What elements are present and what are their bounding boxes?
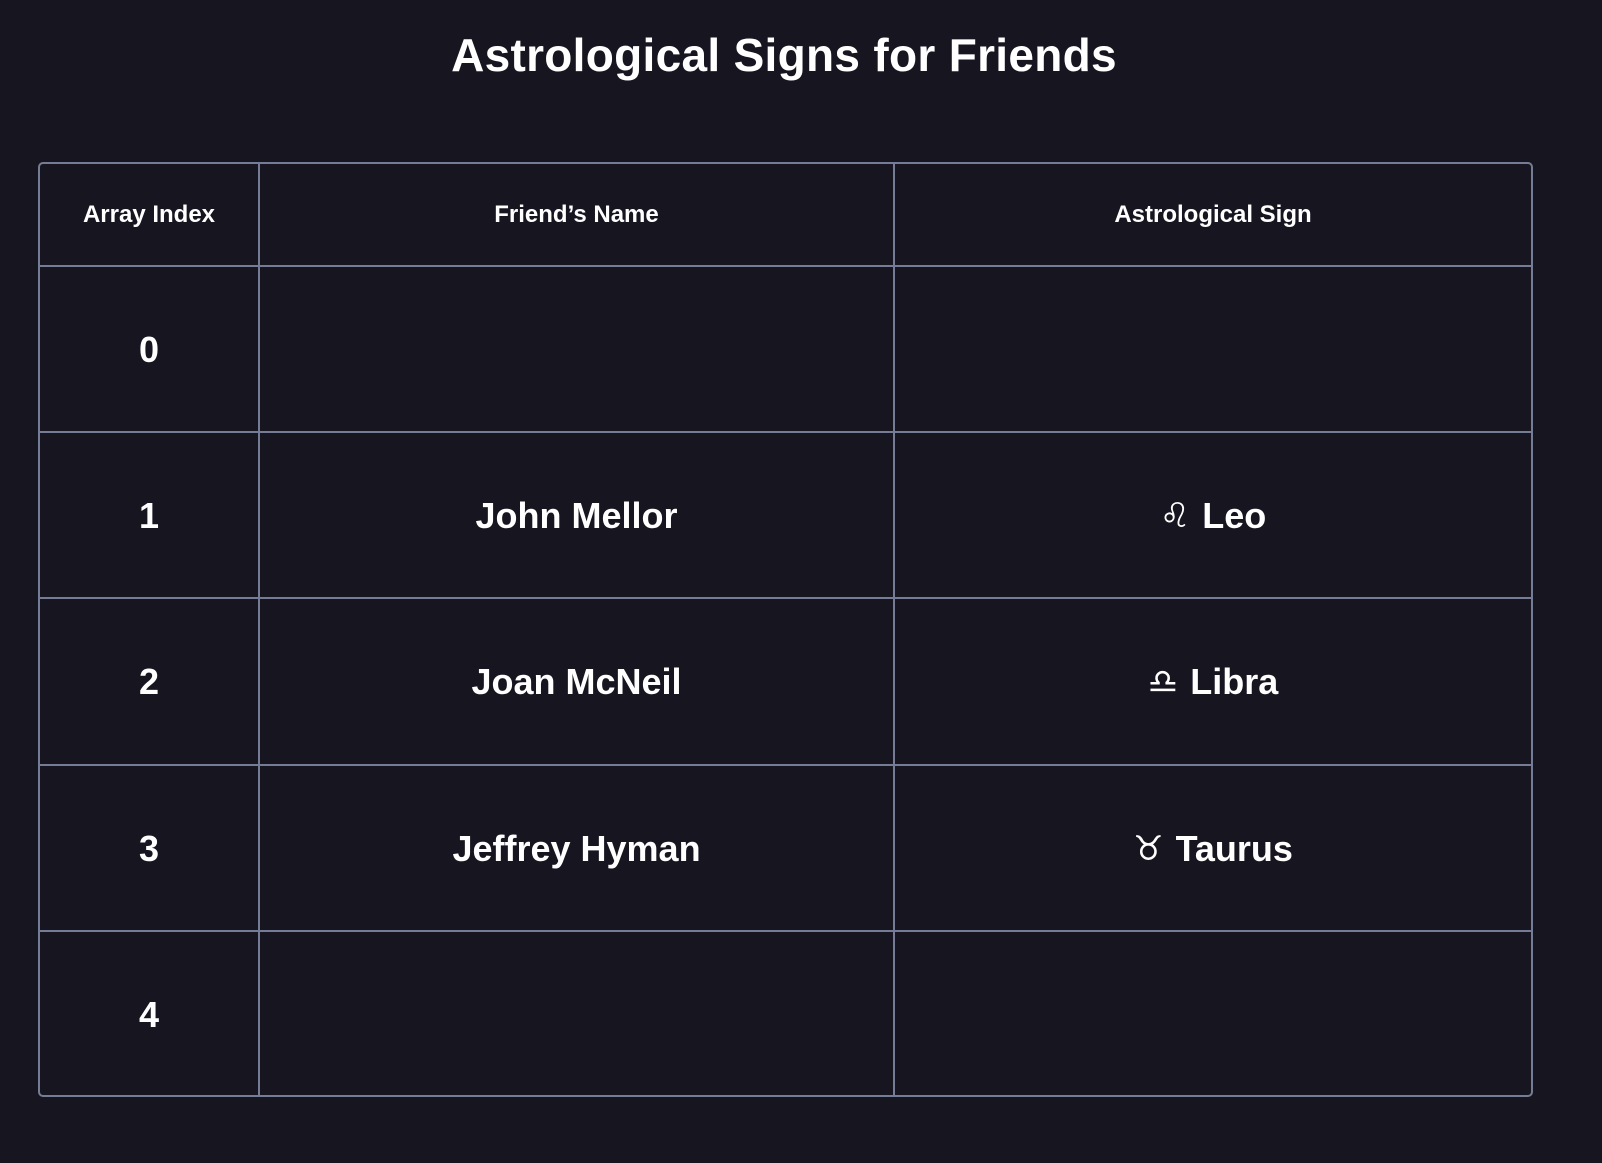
table-row: 3 Jeffrey Hyman ♉︎ Taurus (40, 764, 1531, 931)
sign-label: Libra (1190, 660, 1279, 702)
page-title: Astrological Signs for Friends (451, 29, 1117, 81)
array-index-cell: 2 (40, 599, 260, 764)
astrological-sign-cell (895, 267, 1531, 432)
table-row: 0 (40, 265, 1531, 432)
table-row: 2 Joan McNeil ♎︎ Libra (40, 597, 1531, 764)
leo-icon: ♌︎ (1159, 495, 1191, 536)
column-header-array-index: Array Index (40, 164, 260, 265)
taurus-icon: ♉︎ (1133, 828, 1164, 869)
libra-icon: ♎︎ (1147, 661, 1179, 702)
column-header-friends-name: Friend’s Name (260, 164, 895, 265)
array-index-cell: 3 (40, 766, 260, 931)
friend-name-cell: John Mellor (260, 433, 895, 598)
table-header-row: Array Index Friend’s Name Astrological S… (40, 164, 1531, 265)
friend-name-cell: Joan McNeil (260, 599, 895, 764)
array-index-cell: 4 (40, 932, 260, 1095)
friend-name-cell (260, 932, 895, 1095)
astrological-sign-cell: ♌︎ Leo (895, 433, 1531, 598)
array-index-cell: 0 (40, 267, 260, 432)
astrological-sign-cell: ♉︎ Taurus (895, 766, 1531, 931)
array-index-cell: 1 (40, 433, 260, 598)
table-row: 4 (40, 930, 1531, 1095)
table-row: 1 John Mellor ♌︎ Leo (40, 431, 1531, 598)
astrological-sign-cell: ♎︎ Libra (895, 599, 1531, 764)
friend-name-cell (260, 267, 895, 432)
sign-label: Leo (1202, 494, 1267, 536)
friend-name-cell: Jeffrey Hyman (260, 766, 895, 931)
astrological-sign-cell (895, 932, 1531, 1095)
friends-signs-table: Array Index Friend’s Name Astrological S… (38, 162, 1533, 1097)
sign-label: Taurus (1175, 827, 1293, 869)
column-header-astrological-sign: Astrological Sign (1114, 200, 1312, 228)
